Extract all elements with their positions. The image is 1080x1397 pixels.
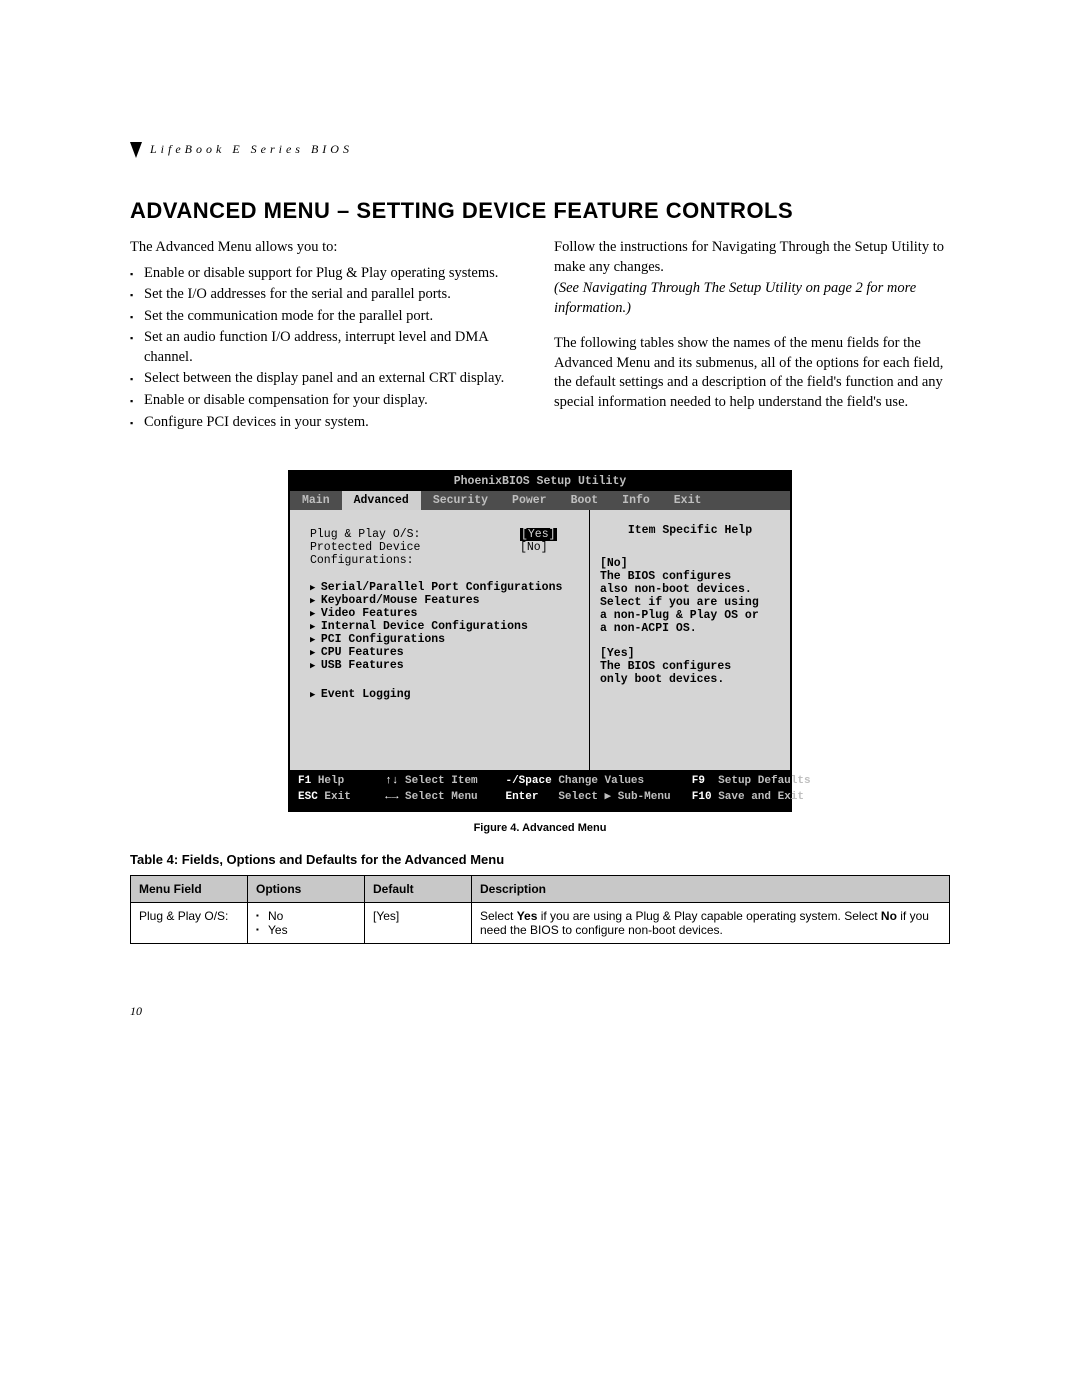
table-caption: Table 4: Fields, Options and Defaults fo… — [130, 852, 950, 867]
th-options: Options — [248, 875, 365, 902]
bios-tab-advanced[interactable]: Advanced — [342, 491, 421, 510]
td-default: [Yes] — [365, 902, 472, 943]
page-number: 10 — [130, 1004, 950, 1019]
bios-field-label: Plug & Play O/S: — [310, 528, 520, 541]
bios-left-pane: Plug & Play O/S: [Yes] Protected Device … — [290, 510, 590, 770]
bios-title: PhoenixBIOS Setup Utility — [290, 472, 790, 491]
bios-field-value[interactable]: [No] — [520, 541, 548, 567]
bios-key-hint: F10 Save and Exit — [692, 790, 804, 806]
bios-key-hint: ←→ Select Menu — [385, 790, 497, 806]
down-arrow-icon — [130, 142, 142, 158]
page: LifeBook E Series BIOS ADVANCED MENU – S… — [130, 0, 950, 1099]
list-item: Enable or disable support for Plug & Pla… — [130, 264, 526, 284]
list-item: Configure PCI devices in your system. — [130, 413, 526, 433]
bios-help-line: [Yes] — [600, 647, 780, 660]
bios-submenu-list: Serial/Parallel Port Configurations Keyb… — [310, 581, 575, 672]
bios-screenshot: PhoenixBIOS Setup Utility Main Advanced … — [288, 470, 792, 812]
figure-caption: Figure 4. Advanced Menu — [130, 822, 950, 834]
bios-body: Plug & Play O/S: [Yes] Protected Device … — [290, 510, 790, 770]
two-column-body: The Advanced Menu allows you to: Enable … — [130, 238, 950, 434]
bios-help-line: also non-boot devices. — [600, 583, 780, 596]
bios-help-line: Select if you are using — [600, 596, 780, 609]
bios-tab-exit[interactable]: Exit — [662, 491, 714, 510]
option-item: Yes — [256, 923, 356, 937]
bios-help-line: The BIOS configures — [600, 660, 780, 673]
bios-submenu-item[interactable]: CPU Features — [310, 646, 575, 659]
list-item: Set the communication mode for the paral… — [130, 307, 526, 327]
bios-field-value[interactable]: [Yes] — [520, 528, 557, 541]
intro-text: The Advanced Menu allows you to: — [130, 238, 526, 258]
bios-footer: F1 Help ↑↓ Select Item -/Space Change Va… — [290, 770, 790, 810]
th-default: Default — [365, 875, 472, 902]
options-table: Menu Field Options Default Description P… — [130, 875, 950, 944]
bios-submenu-item[interactable]: USB Features — [310, 659, 575, 672]
bios-key-hint: Enter Select ▶ Sub-Menu — [505, 790, 683, 806]
bios-help-line: The BIOS configures — [600, 570, 780, 583]
list-item: Set the I/O addresses for the serial and… — [130, 285, 526, 305]
bios-submenu-item[interactable]: Event Logging — [310, 688, 575, 701]
page-title: ADVANCED MENU – SETTING DEVICE FEATURE C… — [130, 198, 950, 224]
bios-submenu-item[interactable]: Internal Device Configurations — [310, 620, 575, 633]
bios-tab-security[interactable]: Security — [421, 491, 500, 510]
bios-key-hint: ↑↓ Select Item — [385, 774, 497, 790]
feature-list: Enable or disable support for Plug & Pla… — [130, 264, 526, 433]
bios-footer-row: F1 Help ↑↓ Select Item -/Space Change Va… — [298, 774, 782, 790]
bios-submenu-list: Event Logging — [310, 688, 575, 701]
bios-submenu-item[interactable]: Keyboard/Mouse Features — [310, 594, 575, 607]
bios-tab-info[interactable]: Info — [610, 491, 662, 510]
bios-tab-main[interactable]: Main — [290, 491, 342, 510]
bios-field-row[interactable]: Protected Device Configurations: [No] — [310, 541, 575, 567]
td-field: Plug & Play O/S: — [131, 902, 248, 943]
bios-field-row[interactable]: Plug & Play O/S: [Yes] — [310, 528, 575, 541]
bios-help-line: [No] — [600, 557, 780, 570]
bios-key-hint: -/Space Change Values — [505, 774, 683, 790]
bios-submenu-item[interactable]: Serial/Parallel Port Configurations — [310, 581, 575, 594]
bios-help-line: only boot devices. — [600, 673, 780, 686]
bios-menu-bar: Main Advanced Security Power Boot Info E… — [290, 491, 790, 510]
bios-key-hint: F9 Setup Defaults — [692, 774, 811, 790]
bios-tab-power[interactable]: Power — [500, 491, 559, 510]
list-item: Enable or disable compensation for your … — [130, 391, 526, 411]
cross-reference: (See Navigating Through The Setup Utilit… — [554, 279, 950, 318]
bios-submenu-item[interactable]: PCI Configurations — [310, 633, 575, 646]
bios-key-hint: ESC Exit — [298, 790, 377, 806]
running-header-text: LifeBook E Series BIOS — [150, 142, 353, 157]
left-column: The Advanced Menu allows you to: Enable … — [130, 238, 526, 434]
th-menu-field: Menu Field — [131, 875, 248, 902]
paragraph: The following tables show the names of t… — [554, 334, 950, 412]
td-description: Select Yes if you are using a Plug & Pla… — [472, 902, 950, 943]
list-item: Set an audio function I/O address, inter… — [130, 328, 526, 367]
bios-help-pane: Item Specific Help [No] The BIOS configu… — [590, 510, 790, 770]
paragraph: Follow the instructions for Navigating T… — [554, 238, 950, 277]
bios-field-label: Protected Device Configurations: — [310, 541, 520, 567]
bios-key-hint: F1 Help — [298, 774, 377, 790]
bios-help-line: a non-Plug & Play OS or — [600, 609, 780, 622]
bios-submenu-item[interactable]: Video Features — [310, 607, 575, 620]
table-header-row: Menu Field Options Default Description — [131, 875, 950, 902]
bios-tab-boot[interactable]: Boot — [559, 491, 611, 510]
td-options: No Yes — [248, 902, 365, 943]
option-item: No — [256, 909, 356, 923]
right-column: Follow the instructions for Navigating T… — [554, 238, 950, 434]
table-row: Plug & Play O/S: No Yes [Yes] Select Yes… — [131, 902, 950, 943]
bios-footer-row: ESC Exit ←→ Select Menu Enter Select ▶ S… — [298, 790, 782, 806]
th-description: Description — [472, 875, 950, 902]
bios-help-title: Item Specific Help — [600, 524, 780, 537]
bios-help-line: a non-ACPI OS. — [600, 622, 780, 635]
running-header: LifeBook E Series BIOS — [130, 140, 950, 158]
list-item: Select between the display panel and an … — [130, 369, 526, 389]
spacer — [600, 635, 780, 647]
